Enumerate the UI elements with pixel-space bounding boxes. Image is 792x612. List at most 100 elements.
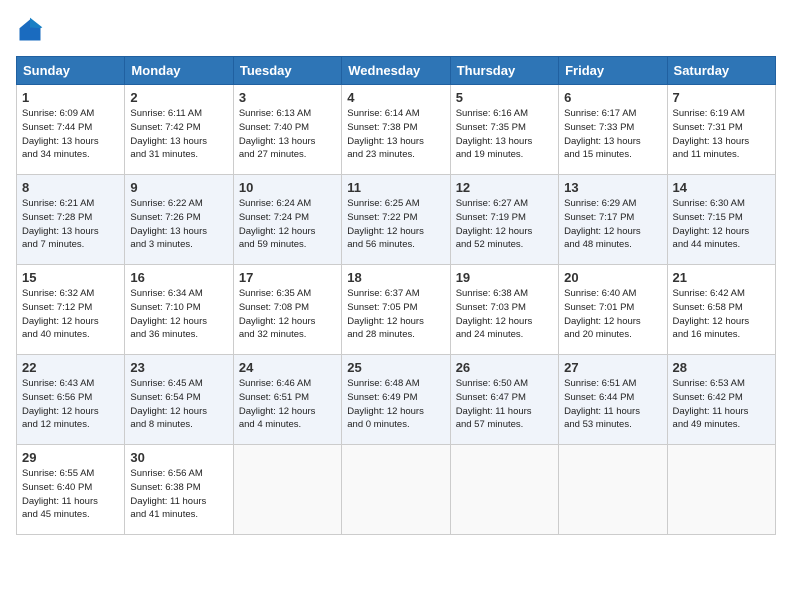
day-number: 2	[130, 90, 227, 105]
day-number: 1	[22, 90, 119, 105]
calendar-cell: 6Sunrise: 6:17 AMSunset: 7:33 PMDaylight…	[559, 85, 667, 175]
page-header	[16, 16, 776, 44]
calendar-week-row: 1 Sunrise: 6:09 AMSunset: 7:44 PMDaylight…	[17, 85, 776, 175]
day-number: 9	[130, 180, 227, 195]
day-number: 3	[239, 90, 336, 105]
calendar-week-row: 8 Sunrise: 6:21 AMSunset: 7:28 PMDaylight…	[17, 175, 776, 265]
calendar-cell: 23 Sunrise: 6:45 AMSunset: 6:54 PMDayligh…	[125, 355, 233, 445]
day-number: 10	[239, 180, 336, 195]
col-header-sunday: Sunday	[17, 57, 125, 85]
day-info: Sunrise: 6:35 AMSunset: 7:08 PMDaylight:…	[239, 287, 336, 342]
calendar-cell: 11 Sunrise: 6:25 AMSunset: 7:22 PMDayligh…	[342, 175, 450, 265]
day-number: 15	[22, 270, 119, 285]
day-info: Sunrise: 6:34 AMSunset: 7:10 PMDaylight:…	[130, 287, 227, 342]
day-number: 24	[239, 360, 336, 375]
calendar-cell	[342, 445, 450, 535]
day-number: 11	[347, 180, 444, 195]
calendar-cell	[233, 445, 341, 535]
calendar-week-row: 22 Sunrise: 6:43 AMSunset: 6:56 PMDayligh…	[17, 355, 776, 445]
calendar-cell: 12 Sunrise: 6:27 AMSunset: 7:19 PMDayligh…	[450, 175, 558, 265]
calendar-cell: 4Sunrise: 6:14 AMSunset: 7:38 PMDaylight…	[342, 85, 450, 175]
day-number: 28	[673, 360, 770, 375]
day-number: 29	[22, 450, 119, 465]
calendar-cell: 8 Sunrise: 6:21 AMSunset: 7:28 PMDaylight…	[17, 175, 125, 265]
day-info: Sunrise: 6:37 AMSunset: 7:05 PMDaylight:…	[347, 287, 444, 342]
day-number: 30	[130, 450, 227, 465]
calendar-cell: 17 Sunrise: 6:35 AMSunset: 7:08 PMDayligh…	[233, 265, 341, 355]
calendar-cell: 29 Sunrise: 6:55 AMSunset: 6:40 PMDayligh…	[17, 445, 125, 535]
calendar-cell: 10 Sunrise: 6:24 AMSunset: 7:24 PMDayligh…	[233, 175, 341, 265]
day-number: 12	[456, 180, 553, 195]
day-number: 20	[564, 270, 661, 285]
day-info: Sunrise: 6:27 AMSunset: 7:19 PMDaylight:…	[456, 197, 553, 252]
calendar-cell: 1 Sunrise: 6:09 AMSunset: 7:44 PMDaylight…	[17, 85, 125, 175]
day-number: 4	[347, 90, 444, 105]
day-number: 25	[347, 360, 444, 375]
header-row: SundayMondayTuesdayWednesdayThursdayFrid…	[17, 57, 776, 85]
calendar-cell: 16 Sunrise: 6:34 AMSunset: 7:10 PMDayligh…	[125, 265, 233, 355]
day-number: 16	[130, 270, 227, 285]
day-info: Sunrise: 6:30 AMSunset: 7:15 PMDaylight:…	[673, 197, 770, 252]
col-header-tuesday: Tuesday	[233, 57, 341, 85]
day-info: Sunrise: 6:46 AMSunset: 6:51 PMDaylight:…	[239, 377, 336, 432]
calendar-cell	[450, 445, 558, 535]
calendar-cell: 5 Sunrise: 6:16 AMSunset: 7:35 PMDaylight…	[450, 85, 558, 175]
day-info: Sunrise: 6:56 AMSunset: 6:38 PMDaylight:…	[130, 467, 227, 522]
day-info: Sunrise: 6:19 AMSunset: 7:31 PMDaylight:…	[673, 107, 770, 162]
day-info: Sunrise: 6:11 AMSunset: 7:42 PMDaylight:…	[130, 107, 227, 162]
day-number: 23	[130, 360, 227, 375]
calendar-week-row: 29 Sunrise: 6:55 AMSunset: 6:40 PMDayligh…	[17, 445, 776, 535]
day-info: Sunrise: 6:24 AMSunset: 7:24 PMDaylight:…	[239, 197, 336, 252]
day-info: Sunrise: 6:09 AMSunset: 7:44 PMDaylight:…	[22, 107, 119, 162]
calendar-cell: 13Sunrise: 6:29 AMSunset: 7:17 PMDayligh…	[559, 175, 667, 265]
calendar-cell: 3 Sunrise: 6:13 AMSunset: 7:40 PMDaylight…	[233, 85, 341, 175]
calendar-cell: 26 Sunrise: 6:50 AMSunset: 6:47 PMDayligh…	[450, 355, 558, 445]
col-header-friday: Friday	[559, 57, 667, 85]
day-info: Sunrise: 6:38 AMSunset: 7:03 PMDaylight:…	[456, 287, 553, 342]
calendar-cell: 2 Sunrise: 6:11 AMSunset: 7:42 PMDaylight…	[125, 85, 233, 175]
calendar-cell: 18 Sunrise: 6:37 AMSunset: 7:05 PMDayligh…	[342, 265, 450, 355]
logo	[16, 16, 48, 44]
day-info: Sunrise: 6:50 AMSunset: 6:47 PMDaylight:…	[456, 377, 553, 432]
calendar-cell: 19 Sunrise: 6:38 AMSunset: 7:03 PMDayligh…	[450, 265, 558, 355]
day-info: Sunrise: 6:51 AMSunset: 6:44 PMDaylight:…	[564, 377, 661, 432]
day-info: Sunrise: 6:32 AMSunset: 7:12 PMDaylight:…	[22, 287, 119, 342]
calendar-cell: 9 Sunrise: 6:22 AMSunset: 7:26 PMDaylight…	[125, 175, 233, 265]
col-header-wednesday: Wednesday	[342, 57, 450, 85]
col-header-thursday: Thursday	[450, 57, 558, 85]
day-number: 18	[347, 270, 444, 285]
calendar-cell	[667, 445, 775, 535]
day-number: 8	[22, 180, 119, 195]
calendar-cell: 24 Sunrise: 6:46 AMSunset: 6:51 PMDayligh…	[233, 355, 341, 445]
calendar-cell: 22 Sunrise: 6:43 AMSunset: 6:56 PMDayligh…	[17, 355, 125, 445]
day-info: Sunrise: 6:53 AMSunset: 6:42 PMDaylight:…	[673, 377, 770, 432]
day-number: 21	[673, 270, 770, 285]
logo-icon	[16, 16, 44, 44]
day-info: Sunrise: 6:13 AMSunset: 7:40 PMDaylight:…	[239, 107, 336, 162]
day-number: 22	[22, 360, 119, 375]
day-number: 17	[239, 270, 336, 285]
day-info: Sunrise: 6:22 AMSunset: 7:26 PMDaylight:…	[130, 197, 227, 252]
day-number: 13	[564, 180, 661, 195]
calendar-cell: 14 Sunrise: 6:30 AMSunset: 7:15 PMDayligh…	[667, 175, 775, 265]
calendar-cell	[559, 445, 667, 535]
day-number: 5	[456, 90, 553, 105]
calendar-cell: 21Sunrise: 6:42 AMSunset: 6:58 PMDayligh…	[667, 265, 775, 355]
calendar-cell: 20Sunrise: 6:40 AMSunset: 7:01 PMDayligh…	[559, 265, 667, 355]
day-number: 14	[673, 180, 770, 195]
day-info: Sunrise: 6:45 AMSunset: 6:54 PMDaylight:…	[130, 377, 227, 432]
calendar-cell: 15 Sunrise: 6:32 AMSunset: 7:12 PMDayligh…	[17, 265, 125, 355]
day-number: 19	[456, 270, 553, 285]
day-number: 26	[456, 360, 553, 375]
day-info: Sunrise: 6:16 AMSunset: 7:35 PMDaylight:…	[456, 107, 553, 162]
day-info: Sunrise: 6:48 AMSunset: 6:49 PMDaylight:…	[347, 377, 444, 432]
day-info: Sunrise: 6:21 AMSunset: 7:28 PMDaylight:…	[22, 197, 119, 252]
day-number: 6	[564, 90, 661, 105]
day-info: Sunrise: 6:25 AMSunset: 7:22 PMDaylight:…	[347, 197, 444, 252]
day-info: Sunrise: 6:55 AMSunset: 6:40 PMDaylight:…	[22, 467, 119, 522]
calendar-cell: 7 Sunrise: 6:19 AMSunset: 7:31 PMDaylight…	[667, 85, 775, 175]
day-info: Sunrise: 6:43 AMSunset: 6:56 PMDaylight:…	[22, 377, 119, 432]
day-number: 7	[673, 90, 770, 105]
calendar-week-row: 15 Sunrise: 6:32 AMSunset: 7:12 PMDayligh…	[17, 265, 776, 355]
calendar-cell: 28 Sunrise: 6:53 AMSunset: 6:42 PMDayligh…	[667, 355, 775, 445]
